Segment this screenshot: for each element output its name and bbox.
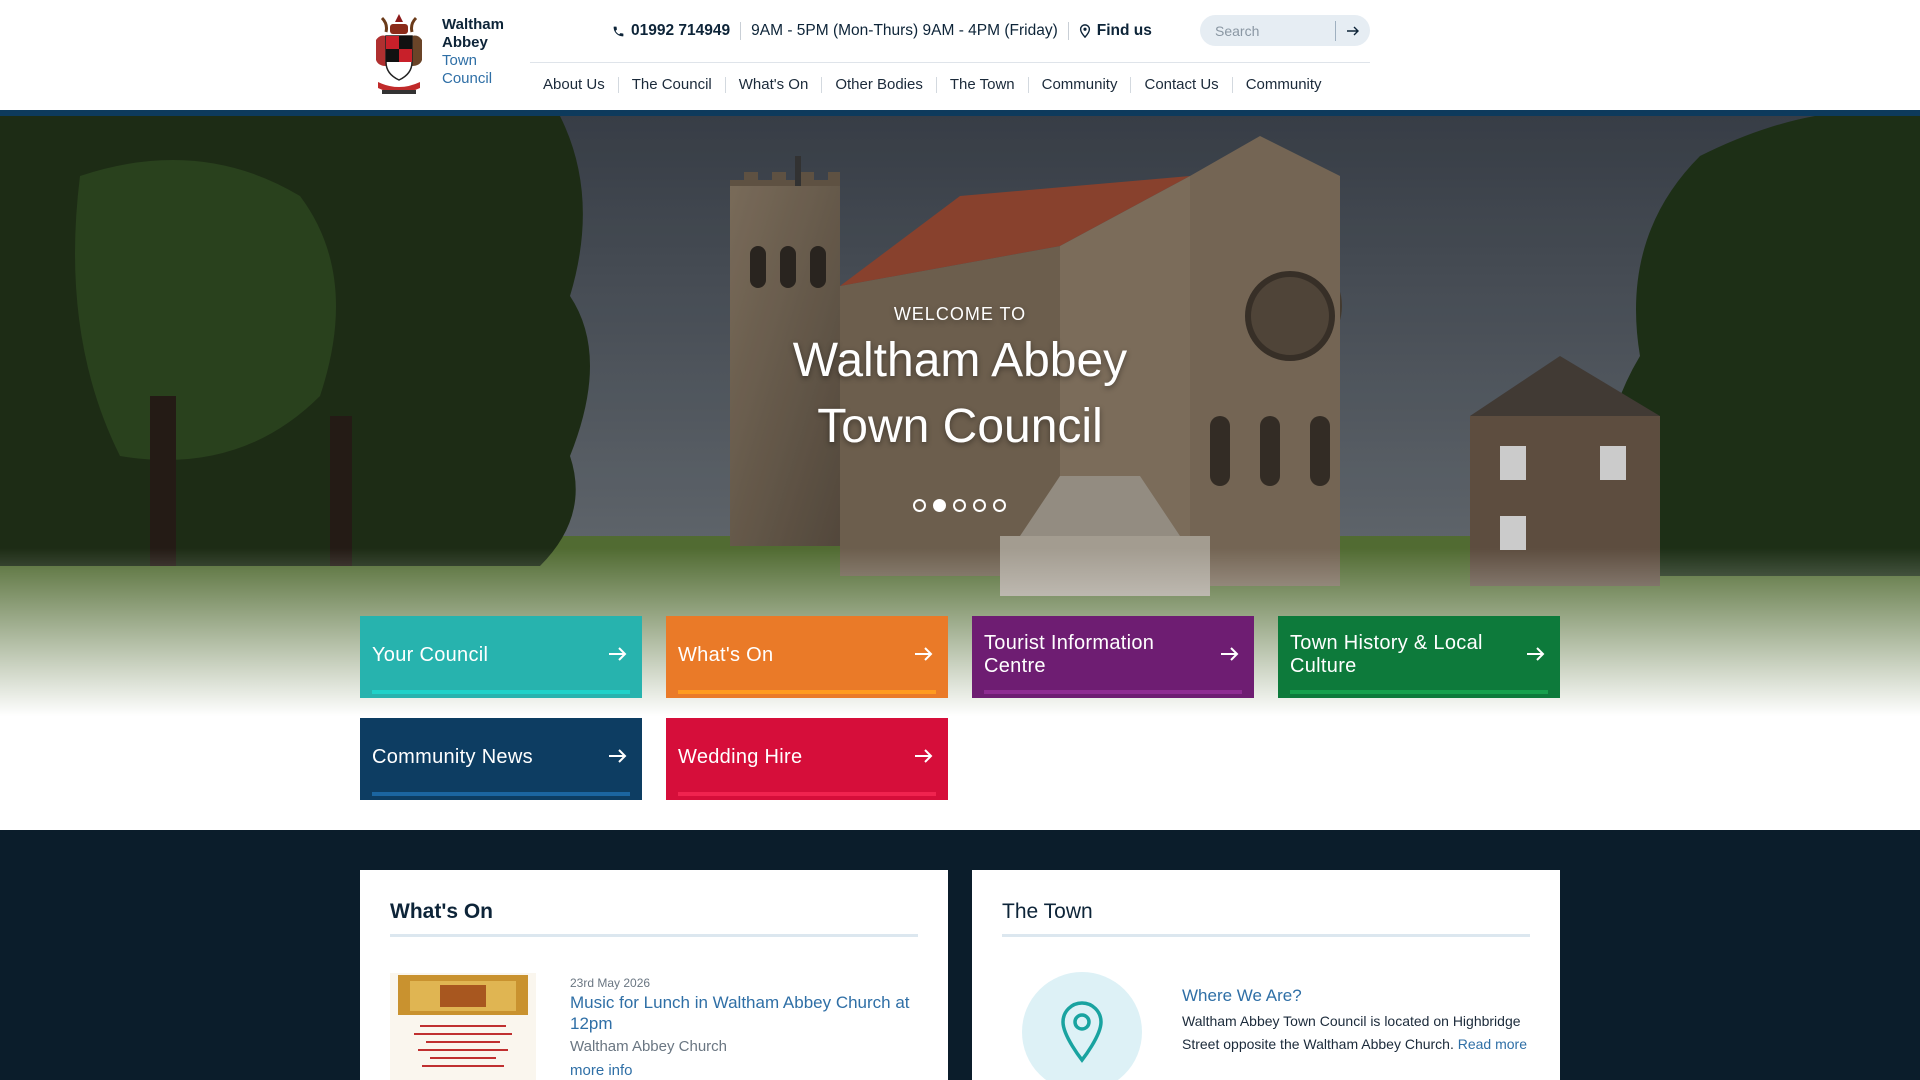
hero-kicker: WELCOME TO <box>893 304 1027 324</box>
event-poster-thumbnail[interactable] <box>390 973 536 1080</box>
tile-underline <box>984 690 1242 694</box>
town-subheading: Where We Are? <box>1182 986 1302 1005</box>
slider-dot-3[interactable] <box>953 499 966 512</box>
heading-rule <box>1002 934 1530 937</box>
news-section <box>0 830 1920 1080</box>
divider <box>1067 22 1069 40</box>
phone-icon <box>613 26 624 36</box>
slider-dot-1[interactable] <box>913 499 926 512</box>
tile-label: Community News <box>372 745 533 768</box>
heading-rule <box>390 934 918 937</box>
map-pin-icon <box>1061 1001 1103 1063</box>
arrow-right-icon <box>1527 647 1545 661</box>
arrow-right-icon <box>915 749 933 763</box>
tile-underline <box>678 690 936 694</box>
whats-on-card: What's On 23rd May 2026 Music for Lunch … <box>360 870 948 1080</box>
divider <box>740 22 742 40</box>
nav-community[interactable]: Community <box>1029 76 1131 93</box>
slider-dot-5[interactable] <box>993 499 1006 512</box>
hero-title-line1: Waltham Abbey <box>792 334 1128 387</box>
search-input[interactable] <box>1215 22 1335 39</box>
arrow-right-icon <box>1221 647 1239 661</box>
logo-line2: Abbey <box>442 34 488 51</box>
whats-on-heading: What's On <box>390 900 493 923</box>
arrow-right-icon <box>915 647 933 661</box>
tile-community-news[interactable]: Community News <box>360 718 642 800</box>
the-town-card: The Town Where We Are? Waltham Abbey Tow… <box>972 870 1560 1080</box>
nav-the-town[interactable]: The Town <box>937 76 1028 93</box>
read-more-link[interactable]: Read more <box>1458 1036 1527 1052</box>
search-box <box>1200 15 1370 46</box>
tile-label: Town History & Local Culture <box>1290 632 1483 677</box>
slider-dot-4[interactable] <box>973 499 986 512</box>
site-header: Waltham Abbey Town Council 01992 714949 … <box>0 0 1920 111</box>
find-us-label: Find us <box>1096 22 1152 39</box>
arrow-right-icon <box>1346 26 1359 35</box>
map-pin-icon <box>1079 24 1090 38</box>
slider-dot-2[interactable] <box>933 499 946 512</box>
slider-dots <box>913 499 1013 512</box>
nav-about-us[interactable]: About Us <box>530 76 618 93</box>
hero-title-line2: Town Council <box>817 400 1103 453</box>
event-date: 23rd May 2026 <box>570 976 651 990</box>
event-more-info-link[interactable]: more info <box>570 1062 633 1079</box>
crest-icon <box>376 14 422 94</box>
tile-underline <box>678 792 936 796</box>
nav-community-2[interactable]: Community <box>1233 76 1335 93</box>
opening-hours: 9AM - 5PM (Mon-Thurs) 9AM - 4PM (Friday) <box>751 22 1058 39</box>
site-logo[interactable]: Waltham Abbey Town Council <box>368 10 504 98</box>
logo-line4: Council <box>442 70 493 87</box>
logo-line1: Waltham <box>442 16 504 33</box>
the-town-heading: The Town <box>1002 900 1093 923</box>
arrow-right-icon <box>609 647 627 661</box>
tile-underline <box>1290 690 1548 694</box>
nav-contact-us[interactable]: Contact Us <box>1131 76 1231 93</box>
find-us-link[interactable]: Find us <box>1079 22 1152 40</box>
tile-whats-on[interactable]: What's On <box>666 616 948 698</box>
tile-wedding-hire[interactable]: Wedding Hire <box>666 718 948 800</box>
phone-link[interactable]: 01992 714949 <box>612 22 730 40</box>
nav-whats-on[interactable]: What's On <box>726 76 822 93</box>
tile-underline <box>372 792 630 796</box>
event-title-link[interactable]: Music for Lunch in Waltham Abbey Church … <box>570 992 910 1034</box>
event-venue: Waltham Abbey Church <box>570 1038 728 1055</box>
hero-headline: WELCOME TO Waltham Abbey Town Council <box>0 304 1920 457</box>
main-nav: About Us The Council What's On Other Bod… <box>530 76 1335 93</box>
location-badge <box>1022 972 1142 1080</box>
phone-number: 01992 714949 <box>631 22 731 39</box>
hero-slider: WELCOME TO Waltham Abbey Town Council <box>0 116 1920 716</box>
contact-bar: 01992 714949 9AM - 5PM (Mon-Thurs) 9AM -… <box>612 18 1152 44</box>
tile-label: Tourist Information Centre <box>984 632 1155 677</box>
nav-other-bodies[interactable]: Other Bodies <box>822 76 936 93</box>
logo-line3: Town <box>442 52 478 69</box>
nav-divider <box>530 62 1370 63</box>
tile-town-history[interactable]: Town History & Local Culture <box>1278 616 1560 698</box>
town-description: Waltham Abbey Town Council is located on… <box>1182 1010 1532 1056</box>
tile-tourist-information[interactable]: Tourist Information Centre <box>972 616 1254 698</box>
poster-image <box>398 975 528 1067</box>
nav-the-council[interactable]: The Council <box>619 76 725 93</box>
tile-label: What's On <box>678 643 774 666</box>
tile-your-council[interactable]: Your Council <box>360 616 642 698</box>
tile-label: Wedding Hire <box>678 745 803 768</box>
tile-underline <box>372 690 630 694</box>
tile-label: Your Council <box>372 643 489 666</box>
arrow-right-icon <box>609 749 627 763</box>
search-submit-button[interactable] <box>1336 15 1370 46</box>
